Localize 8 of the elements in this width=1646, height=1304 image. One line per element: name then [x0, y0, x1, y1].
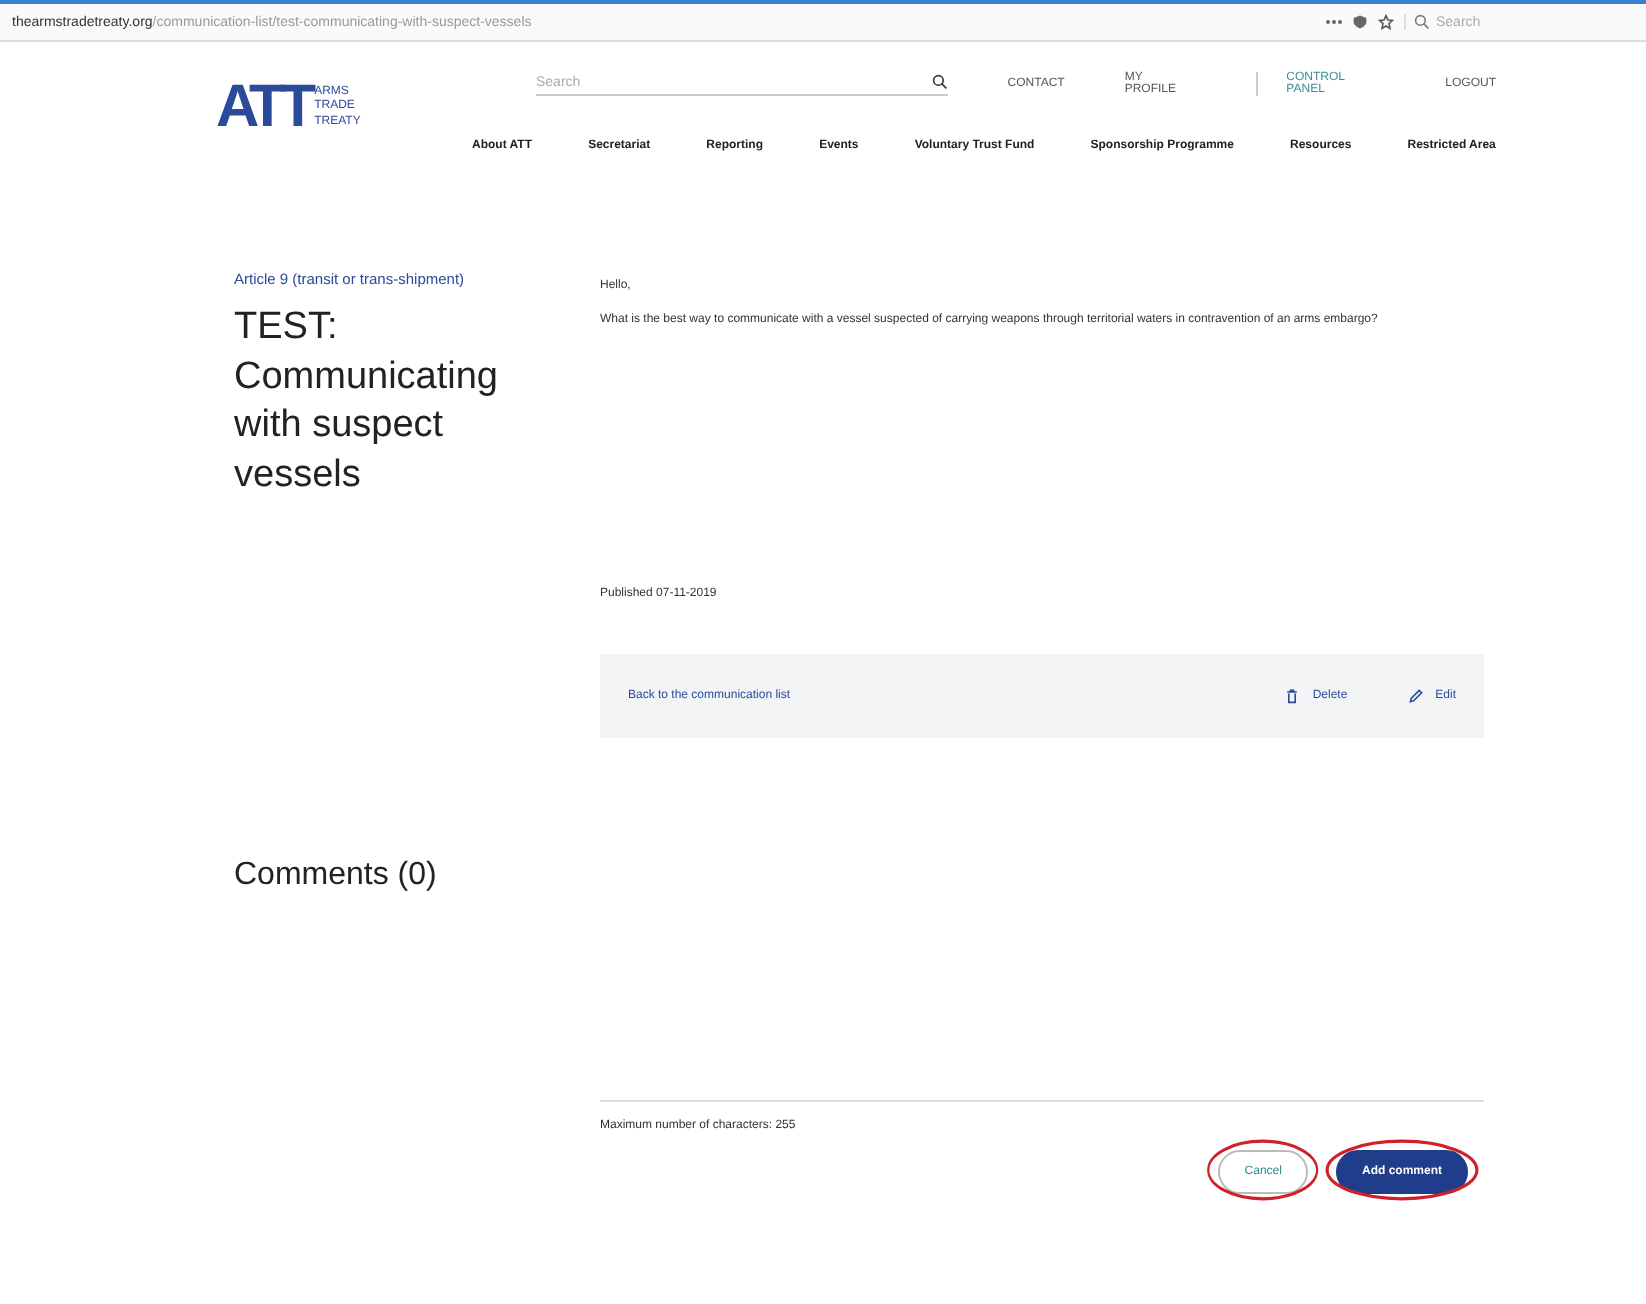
search-icon — [931, 74, 948, 90]
star-icon[interactable] — [1378, 14, 1394, 30]
trash-icon — [1284, 688, 1301, 704]
pencil-icon — [1407, 688, 1424, 704]
comments-heading: Comments (0) — [234, 858, 439, 894]
page-title: TEST: Communicating with suspect vessels — [234, 304, 500, 501]
search-icon — [1414, 14, 1430, 30]
shield-icon[interactable] — [1352, 14, 1368, 30]
